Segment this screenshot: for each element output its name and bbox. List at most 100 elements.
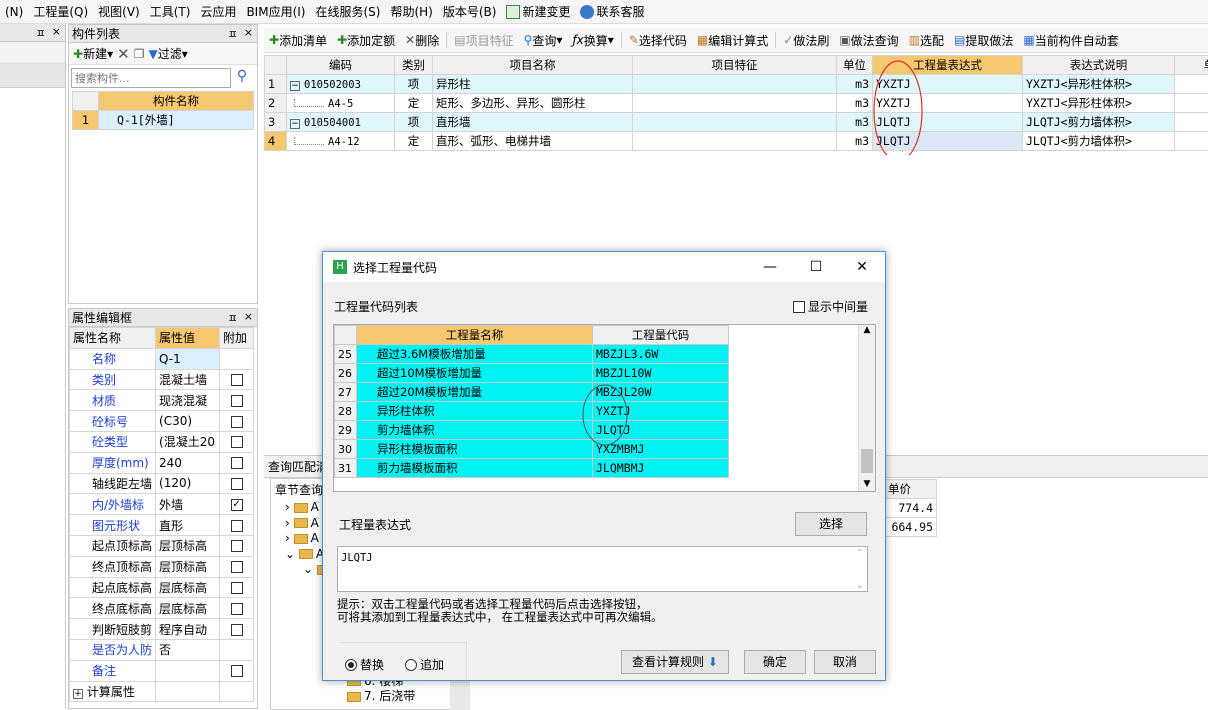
add-quota-button[interactable]: ✚添加定额 [332,29,400,51]
pin-icon[interactable]: ㅍ [36,25,46,41]
list-item[interactable]: 29剪力墙体积JLQTJ [335,421,729,440]
tree-node[interactable]: 7. 后浇带 [285,689,469,705]
attribute-row[interactable]: 轴线距左墙(120) [70,473,254,494]
search-icon[interactable]: ⚲ [231,68,253,88]
attribute-row[interactable]: 厚度(mm)240 [70,452,254,473]
attribute-row[interactable]: 图元形状直形 [70,515,254,536]
auto-apply-button[interactable]: ▦当前构件自动套 [1018,29,1123,51]
attribute-extra[interactable] [220,452,254,473]
attribute-value[interactable]: 层底标高 [156,598,220,619]
checkbox-icon[interactable] [231,561,243,573]
table-row[interactable]: 1Q-1[外墙] [73,111,254,130]
menu-cloud[interactable]: 云应用 [195,3,241,20]
checkbox-icon[interactable] [231,540,243,552]
checkbox-icon[interactable] [231,457,243,469]
expand-icon[interactable]: + [73,689,83,699]
attribute-extra[interactable]: ✓ [220,494,254,515]
query-button[interactable]: ⚲查询▾ [519,29,568,51]
attribute-row[interactable]: 砼类型(混凝土20 [70,431,254,452]
checkbox-icon[interactable] [231,436,243,448]
table-row[interactable]: 1−010502003项异形柱m3YXZTJYXZTJ<异形柱体积> [265,75,1208,94]
list-item[interactable]: 28异形柱体积YXZTJ [335,402,729,421]
table-row[interactable]: 3−010504001项直形墙m3JLQTJJLQTJ<剪力墙体积> [265,113,1208,132]
checkbox-icon[interactable] [231,395,243,407]
append-radio[interactable]: 追加 [405,656,444,673]
attribute-value[interactable]: Q-1 [156,348,220,369]
checkbox-icon[interactable] [231,603,243,615]
attribute-value[interactable] [156,660,220,681]
view-rules-button[interactable]: 查看计算规则 ⬇ [621,650,729,674]
attribute-extra[interactable] [220,411,254,432]
attribute-row[interactable]: 材质现浇混凝 [70,390,254,411]
minimize-icon[interactable]: — [747,259,793,275]
attribute-extra[interactable] [220,681,254,702]
code-list-scrollbar[interactable]: ▲ ▼ [858,325,875,491]
list-item[interactable]: 25超过3.6M模板增加量MBZJL3.6W [335,345,729,364]
attribute-extra[interactable] [220,598,254,619]
checkbox-icon[interactable] [231,582,243,594]
textarea-up-icon[interactable]: ⌃ [856,548,863,557]
table-row[interactable]: 4A4-12定直形、弧形、电梯井墙m3JLQTJJLQTJ<剪力墙体积> [265,132,1208,151]
close-icon[interactable]: × [52,25,61,41]
method-query-button[interactable]: ▣做法查询 [834,29,903,51]
item-feature-button[interactable]: ▤项目特征 [449,29,518,51]
match-button[interactable]: ▥选配 [904,29,949,51]
attribute-extra[interactable] [220,577,254,598]
menu-help[interactable]: 帮助(H) [385,3,437,20]
attribute-row[interactable]: 终点顶标高层顶标高 [70,556,254,577]
show-mid-checkbox[interactable]: 显示中间量 [793,298,868,315]
attribute-value[interactable]: 程序自动 [156,619,220,640]
scroll-down-icon[interactable]: ▼ [859,479,875,489]
menu-support[interactable]: 联系客服 [575,3,649,20]
attribute-row[interactable]: 起点顶标高层顶标高 [70,535,254,556]
attribute-value[interactable] [156,681,220,702]
collapse-icon[interactable]: − [290,119,300,129]
attribute-row[interactable]: 类别混凝土墙 [70,369,254,390]
attribute-value[interactable]: 直形 [156,515,220,536]
attribute-extra[interactable] [220,431,254,452]
scroll-thumb[interactable] [861,449,873,473]
ok-button[interactable]: 确定 [744,650,806,674]
list-item[interactable]: 30异形柱模板面积YXZMBMJ [335,440,729,459]
attribute-extra[interactable] [220,369,254,390]
checkbox-checked-icon[interactable]: ✓ [231,499,243,511]
attribute-value[interactable]: 层顶标高 [156,556,220,577]
attribute-row[interactable]: + 计算属性 [70,681,254,702]
attribute-value[interactable]: 混凝土墙 [156,369,220,390]
convert-button[interactable]: ƒx换算▾ [567,29,618,51]
collapse-icon[interactable]: − [290,81,300,91]
menu-online[interactable]: 在线服务(S) [310,3,385,20]
checkbox-icon[interactable] [231,416,243,428]
component-search-input[interactable] [71,68,231,88]
list-item[interactable]: 31剪力墙模板面积JLQMBMJ [335,459,729,478]
cancel-button[interactable]: 取消 [814,650,876,674]
attribute-value[interactable]: 外墙 [156,494,220,515]
edit-formula-button[interactable]: ▦编辑计算式 [692,29,773,51]
attribute-extra[interactable] [220,390,254,411]
expression-textarea[interactable]: JLQTJ ⌃ ⌄ [337,546,868,592]
attribute-row[interactable]: 砼标号(C30) [70,411,254,432]
select-code-button[interactable]: ✎选择代码 [624,29,692,51]
add-bill-button[interactable]: ✚添加清单 [264,29,332,51]
attribute-extra[interactable] [220,639,254,660]
checkbox-icon[interactable] [231,374,243,386]
copy-icon[interactable]: ❐ [134,47,145,61]
attribute-row[interactable]: 名称Q-1 [70,348,254,369]
replace-radio[interactable]: 替换 [345,656,384,673]
extract-method-button[interactable]: ▤提取做法 [949,29,1018,51]
attribute-row[interactable]: 判断短肢剪程序自动 [70,619,254,640]
menu-n[interactable]: (N) [0,5,28,19]
attribute-value[interactable]: 层顶标高 [156,535,220,556]
close-icon[interactable]: ✕ [839,259,885,275]
attribute-extra[interactable] [220,660,254,681]
delete-button[interactable]: ✕删除 [400,29,444,51]
menu-bim[interactable]: BIM应用(I) [241,3,310,20]
checkbox-icon[interactable] [231,520,243,532]
close-icon[interactable]: × [244,310,253,326]
table-row[interactable]: 2A4-5定矩形、多边形、异形、圆形柱m3YXZTJYXZTJ<异形柱体积> [265,94,1208,113]
filter-button[interactable]: ▼过滤▾ [148,45,187,62]
attribute-extra[interactable] [220,535,254,556]
checkbox-icon[interactable] [231,478,243,490]
menu-tools[interactable]: 工具(T) [145,3,196,20]
delete-icon[interactable]: ✕ [117,45,130,63]
